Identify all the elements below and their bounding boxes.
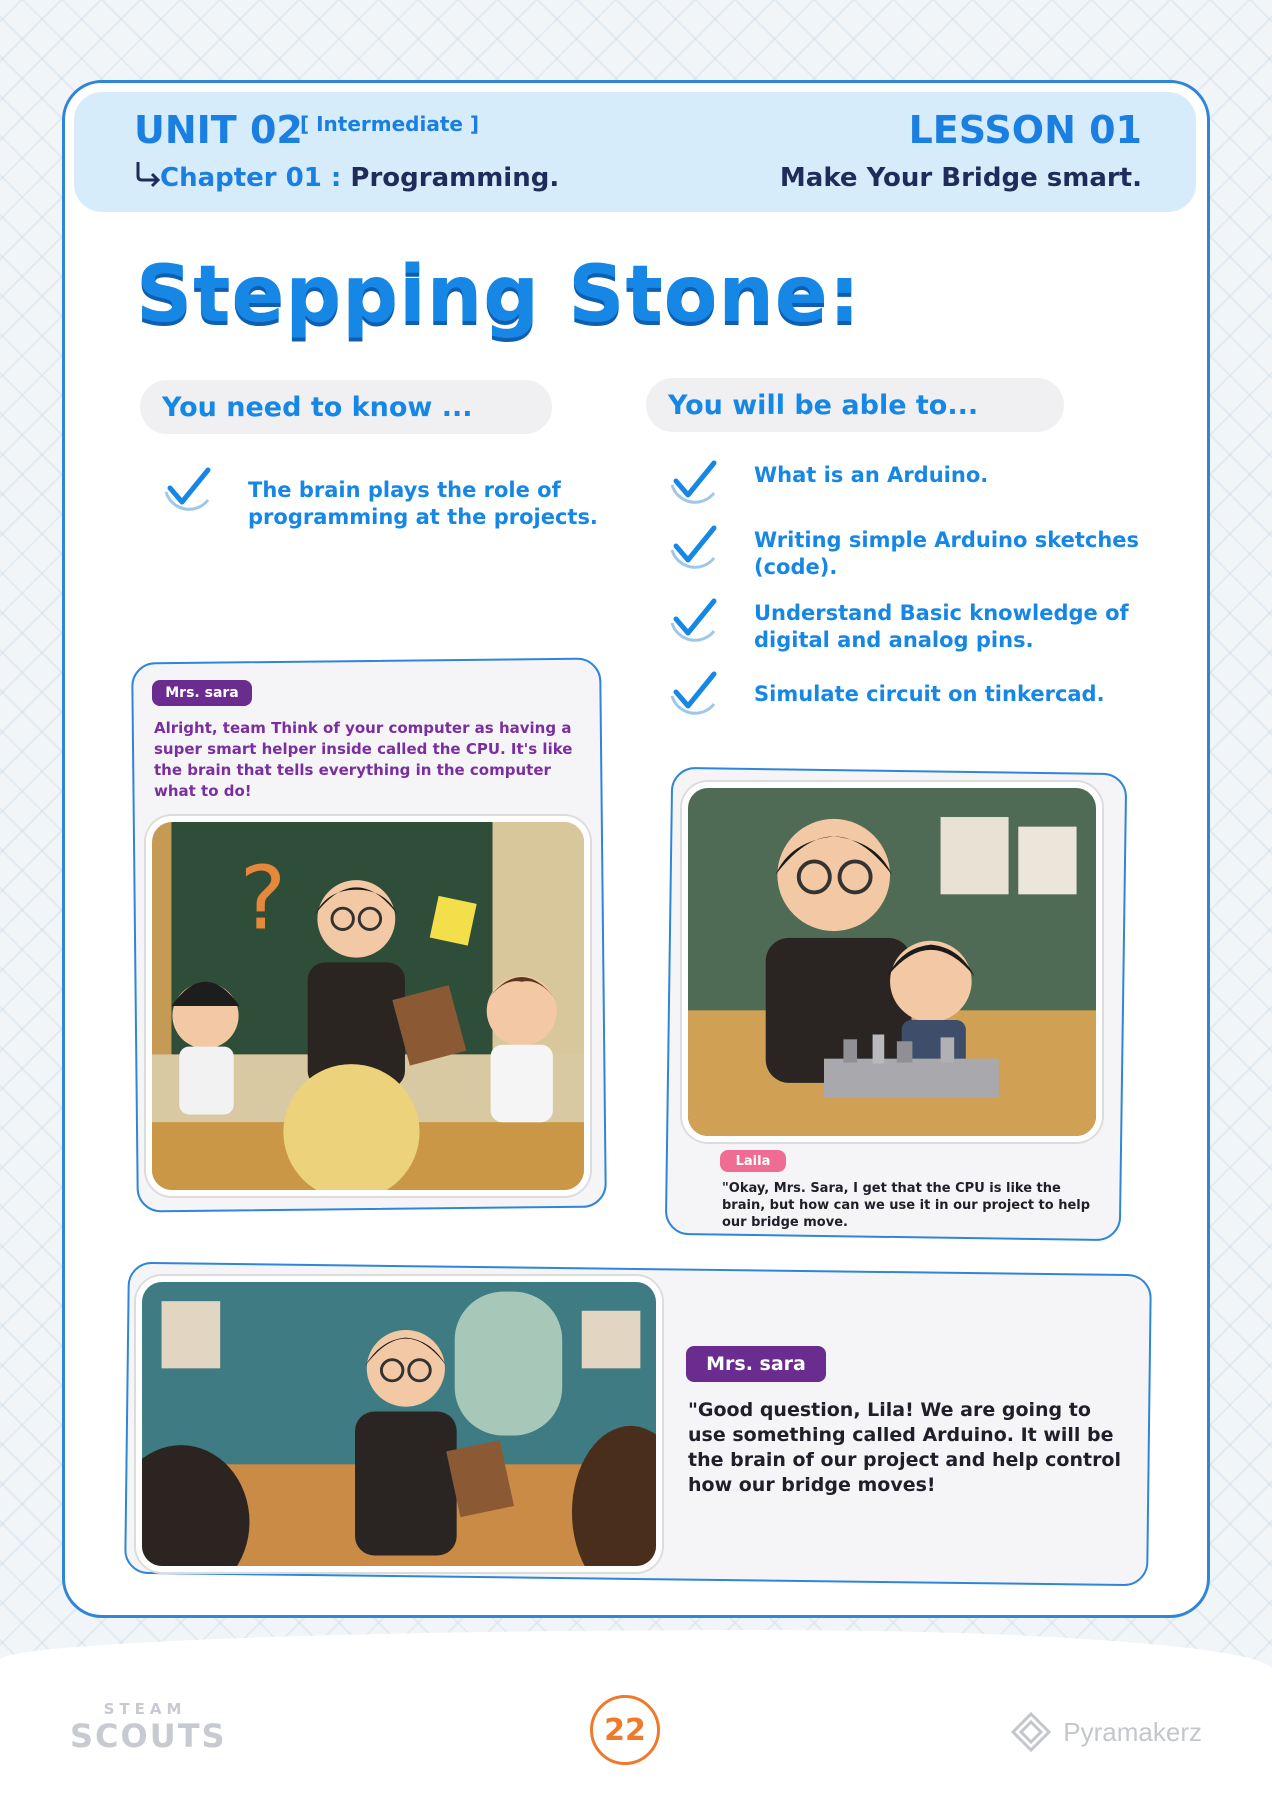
need-to-know-heading: You need to know ... bbox=[140, 380, 552, 434]
speaker-tag: Laila bbox=[720, 1150, 786, 1172]
classroom-image-teacher-explaining bbox=[136, 1276, 662, 1572]
chapter-label: Chapter 01 : bbox=[160, 163, 342, 193]
unit-label: UNIT 02 bbox=[134, 108, 303, 152]
pyramakerz-logo: Pyramakerz bbox=[1011, 1712, 1202, 1752]
able-to-item: What is an Arduino. bbox=[754, 463, 989, 487]
able-to-item: Simulate circuit on tinkercad. bbox=[754, 682, 1105, 706]
checkmark-icon bbox=[670, 598, 717, 642]
steam-scouts-logo: STEAM SCOUTS bbox=[70, 1700, 227, 1764]
speech-text: Alright, team Think of your computer as … bbox=[154, 719, 573, 800]
lesson-label: LESSON 01 bbox=[908, 108, 1142, 152]
logo-line-1: STEAM bbox=[103, 1700, 187, 1718]
classroom-image-teacher-with-student bbox=[682, 782, 1102, 1142]
classroom-image-teacher-pointing: ? bbox=[146, 816, 590, 1196]
checkmark-icon bbox=[164, 467, 211, 511]
checkmark-icon bbox=[670, 525, 717, 569]
speaker-tag: Mrs. sara bbox=[686, 1346, 826, 1382]
page-title: Stepping Stone: bbox=[136, 250, 861, 340]
able-to-heading: You will be able to... bbox=[646, 378, 1064, 432]
need-to-know-item: The brain plays the role of programming … bbox=[248, 478, 598, 529]
lesson-title: Make Your Bridge smart. bbox=[779, 163, 1142, 193]
speaker-tag: Mrs. sara bbox=[152, 680, 252, 706]
page-number: 22 bbox=[590, 1695, 660, 1765]
speech-text: "Okay, Mrs. Sara, I get that the CPU is … bbox=[722, 1181, 1091, 1230]
able-to-item: Understand Basic knowledge of digital an… bbox=[754, 601, 1129, 652]
checkmark-icon bbox=[670, 671, 717, 715]
logo-line-2: SCOUTS bbox=[70, 1717, 227, 1755]
diamond-logo-icon bbox=[1011, 1712, 1052, 1752]
level-label: [ Intermediate ] bbox=[300, 112, 480, 136]
chapter-line: Chapter 01 : Programming. bbox=[160, 163, 559, 193]
chapter-name: Programming. bbox=[350, 163, 560, 193]
checkmark-icon bbox=[670, 460, 717, 504]
svg-text:?: ? bbox=[240, 848, 286, 950]
able-to-item: Writing simple Arduino sketches (code). bbox=[754, 528, 1140, 579]
pyramakerz-wordmark: Pyramakerz bbox=[1063, 1716, 1202, 1747]
return-arrow-icon bbox=[136, 162, 161, 188]
speech-text: "Good question, Lila! We are going to us… bbox=[688, 1399, 1122, 1496]
